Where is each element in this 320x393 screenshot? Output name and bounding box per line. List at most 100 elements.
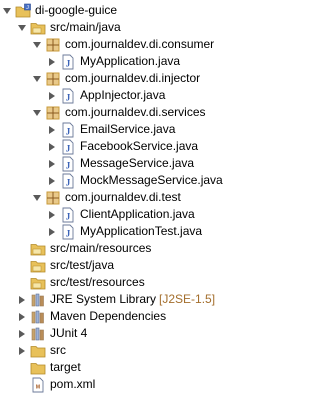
arrow-spacer [17, 244, 27, 254]
tree-item-label: src/main/java [50, 20, 121, 34]
tree-item[interactable]: com.journaldev.di.injector [32, 70, 200, 87]
expand-arrow-down-icon[interactable] [17, 23, 27, 33]
expand-arrow-down-icon[interactable] [2, 6, 12, 16]
tree-item[interactable]: target [17, 359, 81, 376]
package-icon [45, 71, 61, 87]
tree-item[interactable]: Jdi-google-guice [2, 2, 117, 19]
arrow-spacer [17, 380, 27, 390]
tree-item-label: JRE System Library [50, 292, 157, 306]
java-file-icon: J [60, 207, 76, 223]
expand-arrow-down-icon[interactable] [32, 193, 42, 203]
expand-arrow-down-icon[interactable] [32, 40, 42, 50]
java-file-icon: J [60, 88, 76, 104]
svg-text:J: J [26, 5, 29, 11]
svg-text:J: J [66, 160, 71, 170]
java-file-icon: J [60, 122, 76, 138]
expand-arrow-down-icon[interactable] [32, 108, 42, 118]
tree-item[interactable]: src/test/resources [17, 274, 145, 291]
tree-item-label: FacebookService.java [80, 139, 199, 153]
library-icon [30, 292, 46, 308]
package-icon [45, 105, 61, 121]
package-icon [45, 190, 61, 206]
tree-item-label: di-google-guice [35, 3, 118, 17]
java-file-icon: J [60, 224, 76, 240]
tree-item[interactable]: com.journaldev.di.consumer [32, 36, 214, 53]
svg-text:M: M [36, 384, 40, 390]
expand-arrow-right-icon[interactable] [47, 57, 57, 67]
tree-item[interactable]: src/test/java [17, 257, 114, 274]
source-folder-icon [30, 275, 46, 291]
svg-text:J: J [66, 177, 71, 187]
svg-text:J: J [66, 92, 71, 102]
expand-arrow-right-icon[interactable] [17, 346, 27, 356]
tree-item-label: target [50, 360, 81, 374]
expand-arrow-right-icon[interactable] [17, 295, 27, 305]
tree-item[interactable]: com.journaldev.di.services [32, 104, 206, 121]
tree-item[interactable]: J MessageService.java [47, 155, 194, 172]
tree-item[interactable]: J AppInjector.java [47, 87, 165, 104]
tree-item-label: MyApplication.java [80, 54, 181, 68]
expand-arrow-down-icon[interactable] [32, 74, 42, 84]
source-folder-icon [30, 258, 46, 274]
xml-file-icon: M [30, 377, 46, 393]
tree-item[interactable]: J ClientApplication.java [47, 206, 195, 223]
arrow-spacer [17, 261, 27, 271]
expand-arrow-right-icon[interactable] [47, 210, 57, 220]
svg-text:J: J [66, 126, 71, 136]
tree-item-label: AppInjector.java [80, 88, 166, 102]
tree-item[interactable]: J FacebookService.java [47, 138, 198, 155]
source-folder-icon [30, 20, 46, 36]
tree-item[interactable]: src [17, 342, 66, 359]
java-file-icon: J [60, 156, 76, 172]
folder-icon [30, 360, 46, 376]
tree-item-label: src/test/resources [50, 275, 145, 289]
arrow-spacer [17, 278, 27, 288]
tree-item[interactable]: J MockMessageService.java [47, 172, 223, 189]
tree-item-label: src [50, 343, 66, 357]
svg-text:J: J [66, 143, 71, 153]
tree-item-label: JUnit 4 [50, 326, 88, 340]
expand-arrow-right-icon[interactable] [47, 227, 57, 237]
java-file-icon: J [60, 139, 76, 155]
tree-item[interactable]: J MyApplication.java [47, 53, 180, 70]
svg-text:J: J [66, 211, 71, 221]
svg-text:J: J [66, 58, 71, 68]
tree-item[interactable]: JRE System Library [J2SE-1.5] [17, 291, 215, 308]
package-explorer-tree: Jdi-google-guice src/main/java com.journal… [0, 0, 307, 392]
expand-arrow-right-icon[interactable] [47, 125, 57, 135]
tree-item-label: com.journaldev.di.test [65, 190, 181, 204]
arrow-spacer [17, 363, 27, 373]
package-icon [45, 37, 61, 53]
source-folder-icon [30, 241, 46, 257]
tree-item-label: com.journaldev.di.services [65, 105, 206, 119]
project-icon: J [15, 3, 31, 19]
folder-icon [30, 343, 46, 359]
svg-text:J: J [66, 228, 71, 238]
library-icon [30, 309, 46, 325]
expand-arrow-right-icon[interactable] [47, 159, 57, 169]
tree-item-label: MyApplicationTest.java [80, 224, 203, 238]
tree-item[interactable]: src/main/java [17, 19, 121, 36]
tree-item-label: com.journaldev.di.consumer [65, 37, 215, 51]
tree-item-label: src/main/resources [50, 241, 152, 255]
java-file-icon: J [60, 54, 76, 70]
tree-item-label: MockMessageService.java [80, 173, 223, 187]
tree-item[interactable]: com.journaldev.di.test [32, 189, 181, 206]
tree-item[interactable]: J MyApplicationTest.java [47, 223, 202, 240]
tree-item[interactable]: J EmailService.java [47, 121, 175, 138]
tree-item[interactable]: JUnit 4 [17, 325, 87, 342]
tree-item-label: EmailService.java [80, 122, 176, 136]
tree-item-label: src/test/java [50, 258, 115, 272]
tree-item-label: com.journaldev.di.injector [65, 71, 201, 85]
expand-arrow-right-icon[interactable] [17, 312, 27, 322]
expand-arrow-right-icon[interactable] [17, 329, 27, 339]
java-file-icon: J [60, 173, 76, 189]
tree-item-label: Maven Dependencies [50, 309, 167, 323]
tree-item[interactable]: src/main/resources [17, 240, 151, 257]
tree-item[interactable]: Maven Dependencies [17, 308, 166, 325]
expand-arrow-right-icon[interactable] [47, 142, 57, 152]
tree-item[interactable]: Mpom.xml [17, 376, 95, 393]
tree-item-label: MessageService.java [80, 156, 195, 170]
expand-arrow-right-icon[interactable] [47, 176, 57, 186]
expand-arrow-right-icon[interactable] [47, 91, 57, 101]
